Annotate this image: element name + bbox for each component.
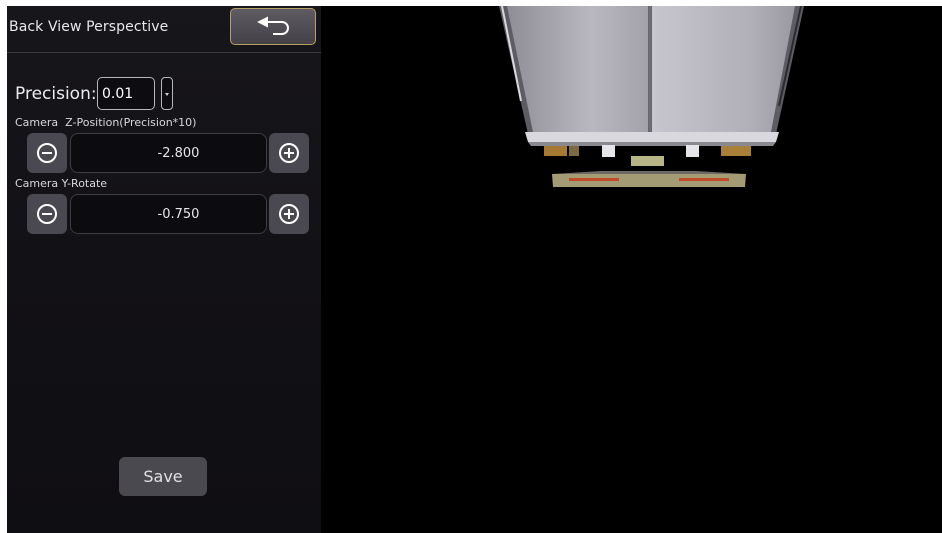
- minus-circle-icon: [37, 204, 57, 224]
- plus-circle-icon: [279, 143, 299, 163]
- save-button[interactable]: Save: [119, 457, 207, 496]
- minus-circle-icon: [37, 143, 57, 163]
- header-divider: [7, 52, 321, 53]
- z-position-value: -2.800: [157, 145, 200, 161]
- precision-dropdown[interactable]: [161, 77, 173, 110]
- precision-value: 0.01: [102, 86, 134, 102]
- truck-rear-render: [499, 6, 804, 187]
- z-position-decrement-button[interactable]: [27, 133, 67, 173]
- z-position-value-field[interactable]: -2.800: [70, 133, 267, 173]
- z-position-increment-button[interactable]: [269, 133, 309, 173]
- precision-label: Precision:: [15, 84, 97, 104]
- 3d-viewport[interactable]: [321, 6, 942, 533]
- y-rotate-value-field[interactable]: -0.750: [70, 194, 267, 234]
- chevron-down-icon: [165, 93, 169, 96]
- y-rotate-value: -0.750: [157, 206, 200, 222]
- back-arrow-icon: [257, 16, 289, 35]
- y-rotate-label: Camera Y-Rotate: [15, 177, 108, 190]
- back-button[interactable]: [230, 8, 316, 45]
- y-rotate-increment-button[interactable]: [269, 194, 309, 234]
- app-screen: Back View Perspective Precision: 0.01 Ca…: [7, 6, 942, 533]
- z-position-label: Camera Z-Position(Precision*10): [15, 116, 197, 129]
- panel-title: Back View Perspective: [9, 19, 169, 35]
- y-rotate-decrement-button[interactable]: [27, 194, 67, 234]
- settings-panel: Back View Perspective Precision: 0.01 Ca…: [7, 6, 321, 533]
- save-button-label: Save: [143, 467, 183, 486]
- precision-input[interactable]: 0.01: [97, 77, 155, 110]
- plus-circle-icon: [279, 204, 299, 224]
